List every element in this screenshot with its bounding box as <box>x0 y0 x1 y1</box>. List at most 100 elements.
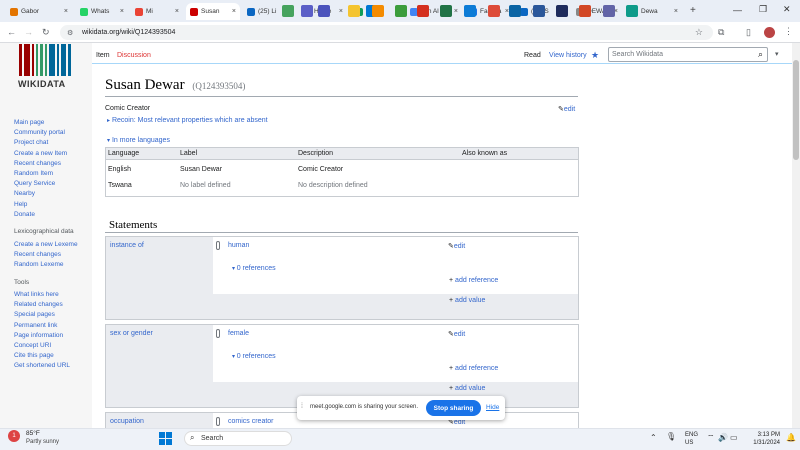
sidebar-link[interactable]: Concept URI <box>14 342 51 349</box>
wiki-search-input[interactable]: Search Wikidata <box>612 51 663 58</box>
vlc-icon[interactable] <box>372 5 384 17</box>
header-edit-button[interactable]: ✎edit <box>558 105 575 113</box>
references-toggle[interactable]: ▾ 0 references <box>232 265 276 272</box>
browser-tab[interactable]: Gabor × <box>6 3 72 20</box>
sidebar-link[interactable]: Recent changes <box>14 160 61 167</box>
microphone-icon[interactable]: 🎙 <box>666 432 676 441</box>
sidebar-link[interactable]: Project chat <box>14 139 48 146</box>
tab-close-icon[interactable]: × <box>172 8 179 15</box>
tab-close-icon[interactable]: × <box>502 8 509 15</box>
sidebar-link[interactable]: Main page <box>14 119 44 126</box>
sidebar-link[interactable]: Create a new Lexeme <box>14 241 78 248</box>
site-info-icon[interactable]: ⚙ <box>67 29 73 37</box>
statement-value-link[interactable]: comics creator <box>228 418 274 425</box>
sidebar-link[interactable]: Special pages <box>14 311 55 318</box>
rank-icon[interactable] <box>216 241 220 250</box>
taskbar-search[interactable]: ⌕ Search <box>184 431 292 446</box>
sidebar-link[interactable]: Community portal <box>14 129 65 136</box>
property-link[interactable]: instance of <box>110 242 144 249</box>
statement-edit-button[interactable]: ✎edit <box>448 242 465 250</box>
sidebar-link[interactable]: Donate <box>14 211 35 218</box>
property-link[interactable]: sex or gender <box>110 330 153 337</box>
notification-bell-icon[interactable]: 🔔 <box>786 433 796 442</box>
clock[interactable]: 3:13 PM 1/31/2024 <box>750 431 780 447</box>
tab-discussion[interactable]: Discussion <box>117 52 151 59</box>
in-more-languages-toggle[interactable]: ▾ In more languages <box>107 137 170 144</box>
rank-icon[interactable] <box>216 329 220 338</box>
close-window-button[interactable]: ✕ <box>783 4 791 15</box>
word-icon[interactable] <box>533 5 545 17</box>
tab-view-history[interactable]: View history <box>549 52 587 59</box>
chrome-icon[interactable] <box>488 5 500 17</box>
drag-handle-icon[interactable]: ⁞ <box>301 403 303 410</box>
search-icon[interactable]: ⌕ <box>758 49 763 60</box>
hide-button[interactable]: Hide <box>486 404 499 411</box>
add-reference-button[interactable]: + add reference <box>449 365 498 372</box>
add-value-button[interactable]: + add value <box>449 297 485 304</box>
menu-icon[interactable]: ⋮ <box>784 26 793 37</box>
photos-viewer-icon[interactable] <box>603 5 615 17</box>
tab-close-icon[interactable]: × <box>229 8 236 15</box>
add-value-button[interactable]: + add value <box>449 385 485 392</box>
minimize-button[interactable]: — <box>733 5 742 15</box>
browser-tab[interactable]: Susan × <box>186 3 240 20</box>
maximize-button[interactable]: ❐ <box>759 4 767 15</box>
dropdown-chevron-icon[interactable]: ▾ <box>775 50 779 58</box>
reload-icon[interactable]: ↻ <box>42 27 50 38</box>
sidebar-link[interactable]: Query Service <box>14 180 55 187</box>
app-icon[interactable] <box>395 5 407 17</box>
wifi-icon[interactable]: ⌔ <box>707 433 715 443</box>
powerpoint-icon[interactable] <box>579 5 591 17</box>
address-bar[interactable]: ⚙ wikidata.org/wiki/Q124393504 ☆ <box>60 25 713 40</box>
sidebar-link[interactable]: Help <box>14 201 27 208</box>
rank-icon[interactable] <box>216 417 220 426</box>
tab-close-icon[interactable]: × <box>117 8 124 15</box>
sidebar-link[interactable]: Related changes <box>14 301 63 308</box>
app-b-icon[interactable] <box>556 5 568 17</box>
volume-icon[interactable]: 🔊 <box>718 433 728 442</box>
statement-value-link[interactable]: female <box>228 330 249 337</box>
mail-icon[interactable] <box>509 5 521 17</box>
forward-icon[interactable]: → <box>24 27 33 37</box>
sidebar-link[interactable]: Random Item <box>14 170 53 177</box>
sidebar-link[interactable]: Random Lexeme <box>14 261 64 268</box>
new-tab-button[interactable]: + <box>690 5 696 16</box>
property-link[interactable]: occupation <box>110 418 144 425</box>
edge-alt-icon[interactable] <box>626 5 638 17</box>
sidebar-link[interactable]: Get shortened URL <box>14 362 70 369</box>
battery-icon[interactable]: ▭ <box>730 433 738 442</box>
wiki-search-box[interactable]: Search Wikidata ⌕ <box>608 47 768 62</box>
language-indicator[interactable]: ENG US <box>685 431 698 447</box>
scrollbar-thumb[interactable] <box>793 60 799 160</box>
recoin-link[interactable]: ▸ Recoin: Most relevant properties which… <box>107 117 268 124</box>
extensions-icon[interactable]: ⧉ <box>718 27 724 38</box>
statement-value-link[interactable]: human <box>228 242 249 249</box>
sidebar-link[interactable]: Recent changes <box>14 251 61 258</box>
sidepanel-icon[interactable]: ▯ <box>746 27 751 38</box>
edge-icon[interactable] <box>464 5 476 17</box>
acrobat-icon[interactable] <box>417 5 429 17</box>
sidebar-link[interactable]: Create a new Item <box>14 150 67 157</box>
spreadsheet-icon[interactable] <box>440 5 452 17</box>
browser-tab[interactable]: Whats × <box>76 3 128 20</box>
sidebar-link[interactable]: Page information <box>14 332 63 339</box>
profile-avatar[interactable] <box>764 27 775 38</box>
tray-chevron-icon[interactable]: ⌃ <box>650 433 657 442</box>
bookmark-star-icon[interactable]: ☆ <box>695 27 703 38</box>
sidebar-link[interactable]: What links here <box>14 291 59 298</box>
sidebar-link[interactable]: Permanent link <box>14 322 57 329</box>
stop-sharing-button[interactable]: Stop sharing <box>426 400 481 416</box>
tab-close-icon[interactable]: × <box>61 8 68 15</box>
wikidata-logo-icon[interactable] <box>19 44 73 76</box>
teams-icon[interactable] <box>318 5 330 17</box>
tab-item[interactable]: Item <box>96 52 110 59</box>
browser-tab[interactable]: Ten Al × <box>406 3 462 20</box>
meet-icon[interactable] <box>282 5 294 17</box>
sidebar-link[interactable]: Nearby <box>14 190 35 197</box>
add-reference-button[interactable]: + add reference <box>449 277 498 284</box>
file-explorer-icon[interactable] <box>348 5 360 17</box>
url-text[interactable]: wikidata.org/wiki/Q124393504 <box>82 29 175 36</box>
sidebar-link[interactable]: Cite this page <box>14 352 54 359</box>
tab-close-icon[interactable]: × <box>671 8 678 15</box>
tab-close-icon[interactable]: × <box>336 8 343 15</box>
